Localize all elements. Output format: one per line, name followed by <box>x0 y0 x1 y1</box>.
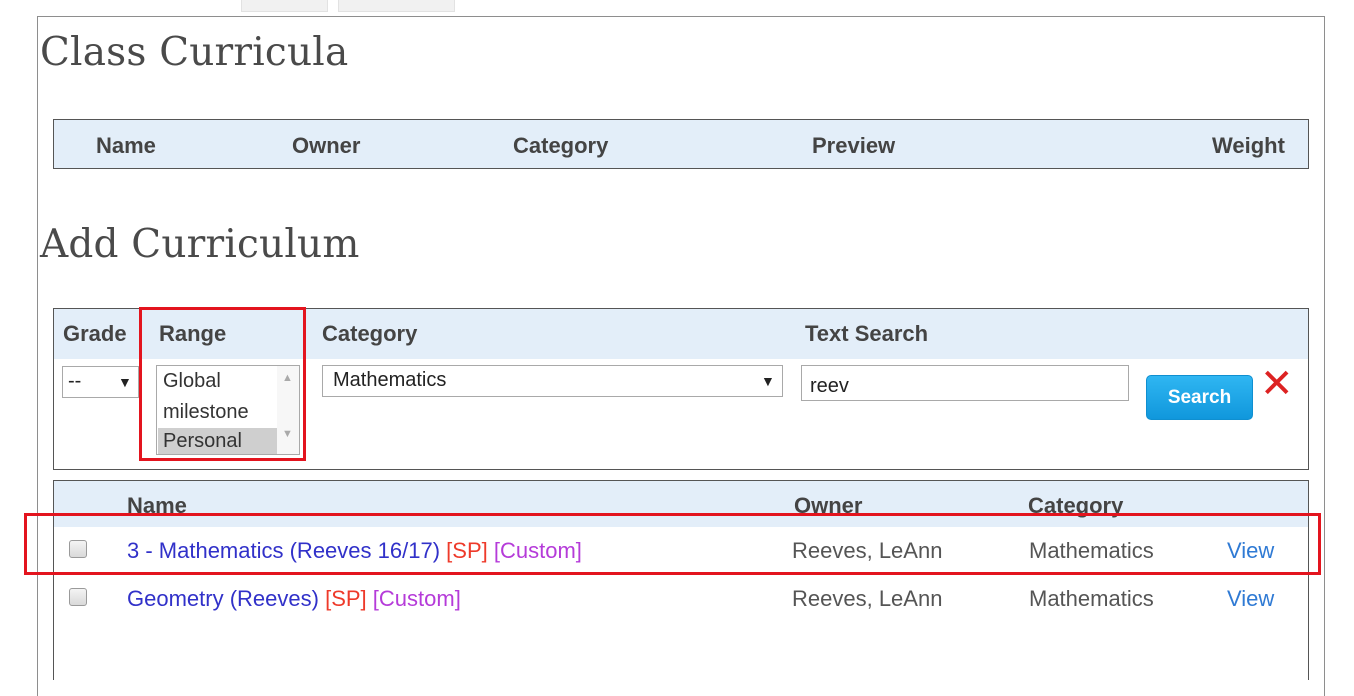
category-select[interactable]: Mathematics ▼ <box>322 365 783 397</box>
grade-select[interactable]: -- ▼ <box>62 366 139 398</box>
column-category[interactable]: Category <box>513 133 608 159</box>
grade-label: Grade <box>63 321 127 346</box>
curricula-table-header: Name Owner Category Preview Weight <box>53 119 1309 169</box>
text-search-value: reev <box>810 375 849 397</box>
grade-select-value: -- <box>68 370 82 392</box>
curriculum-link[interactable]: Geometry (Reeves) <box>127 586 319 611</box>
text-search-label: Text Search <box>805 321 929 346</box>
view-link[interactable]: View <box>1227 586 1274 612</box>
row-name[interactable]: Geometry (Reeves) [SP] [Custom] <box>127 586 461 612</box>
search-button[interactable]: Search <box>1146 375 1253 420</box>
chevron-down-icon: ▼ <box>118 374 132 390</box>
row-highlight-box <box>24 513 1321 575</box>
range-highlight-box <box>139 307 306 461</box>
sp-tag: [SP] <box>325 586 367 611</box>
tab-stub <box>338 0 455 12</box>
column-name[interactable]: Name <box>96 133 156 159</box>
row-category: Mathematics <box>1029 586 1154 611</box>
close-icon[interactable]: ✕ <box>1260 364 1294 404</box>
category-select-value: Mathematics <box>333 369 447 391</box>
chevron-down-icon: ▼ <box>761 373 775 389</box>
column-preview[interactable]: Preview <box>812 133 895 159</box>
tab-stub <box>241 0 328 12</box>
row-owner: Reeves, LeAnn <box>792 586 943 611</box>
column-weight[interactable]: Weight <box>1212 133 1285 159</box>
page-title: Class Curricula <box>40 30 349 75</box>
row-checkbox[interactable] <box>69 588 87 606</box>
add-curriculum-title: Add Curriculum <box>40 222 360 267</box>
column-owner[interactable]: Owner <box>292 133 360 159</box>
custom-tag: [Custom] <box>372 586 461 611</box>
text-search-input[interactable]: reev <box>801 365 1129 401</box>
category-label: Category <box>322 321 418 346</box>
results-table: Name Owner Category <box>53 480 1309 680</box>
